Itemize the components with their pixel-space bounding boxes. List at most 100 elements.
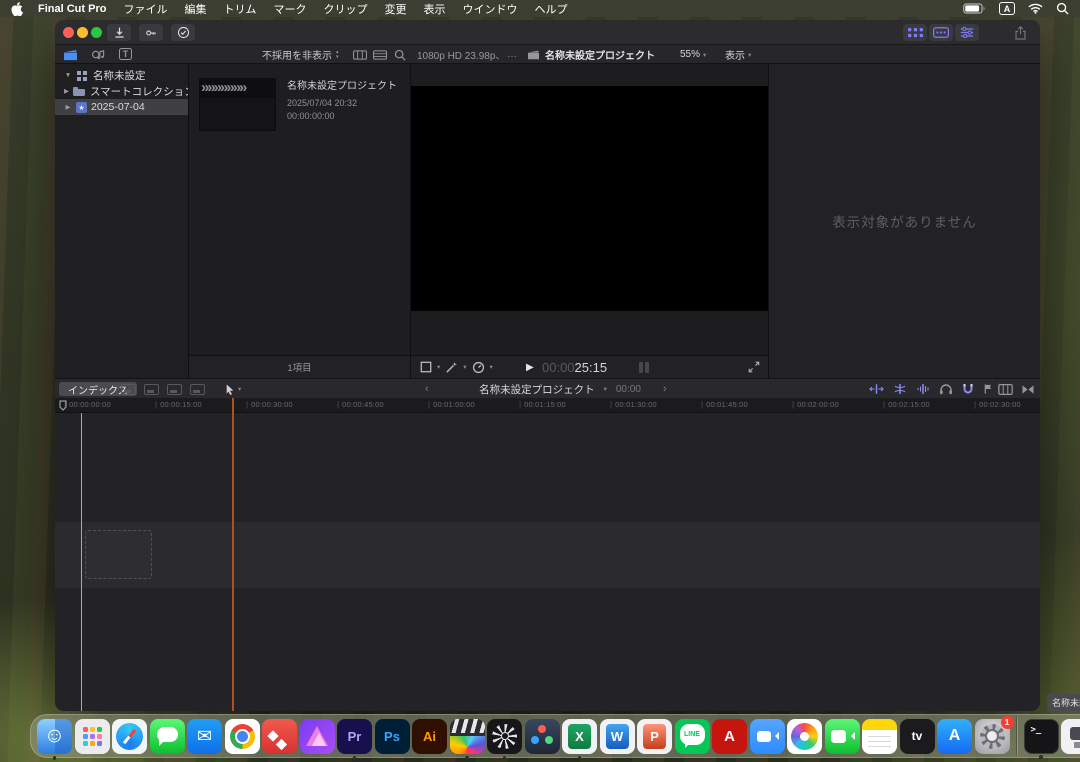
next-project-button[interactable]: ›	[663, 383, 667, 395]
disclosure-triangle-icon[interactable]: ▼	[64, 72, 72, 79]
dock-icon[interactable]: A	[712, 719, 747, 754]
timeline-ruler[interactable]: | 00:00:00:00 | 00:00:15:00 | 00:00:30:0…	[55, 398, 1040, 413]
window-titlebar[interactable]	[55, 20, 1040, 45]
dock-icon[interactable]: LINE	[675, 719, 710, 754]
dock-icon[interactable]: Ai	[412, 719, 447, 754]
play-button[interactable]: ▶	[526, 356, 534, 378]
dock-icon[interactable]: X	[562, 719, 597, 754]
share-button[interactable]	[1008, 24, 1032, 41]
dock-icon[interactable]: Pr	[337, 719, 372, 754]
dock-icon[interactable]	[1061, 719, 1080, 754]
tool-selector[interactable]: ▾	[225, 379, 241, 399]
viewer-canvas[interactable]	[411, 86, 768, 311]
disclosure-triangle-icon[interactable]: ▶	[64, 87, 69, 95]
audio-meters-icon[interactable]	[639, 362, 649, 373]
menu-item[interactable]: クリップ	[323, 1, 367, 17]
dock-icon[interactable]	[525, 719, 560, 754]
chevron-down-icon[interactable]: ▾	[437, 363, 440, 371]
menu-item[interactable]: マーク	[273, 1, 306, 17]
sidebar-item[interactable]: ▶ 2025-07-04	[55, 99, 188, 115]
project-clip[interactable]: »»»»»»» 名称未設定プロジェクト 2025/07/04 20:32 00:…	[199, 78, 276, 131]
spotlight-search-icon[interactable]	[1056, 2, 1069, 15]
dock-icon[interactable]	[75, 719, 110, 754]
playhead-pin-icon[interactable]	[59, 400, 67, 411]
transform-menu-icon[interactable]	[420, 361, 432, 373]
trim-feedback-icon[interactable]	[869, 383, 884, 395]
minimize-window-button[interactable]	[77, 27, 88, 38]
filmstrip-view-button[interactable]	[353, 45, 367, 64]
dock-icon[interactable]	[787, 719, 822, 754]
dock-icon[interactable]	[300, 719, 335, 754]
dock-icon[interactable]: W	[600, 719, 635, 754]
effects-wand-icon[interactable]	[445, 361, 458, 374]
retime-menu-icon[interactable]	[472, 361, 485, 374]
sidebar-item[interactable]: ▼ 名称未設定	[55, 67, 188, 83]
dock-icon[interactable]	[112, 719, 147, 754]
dock-icon[interactable]: Ps	[375, 719, 410, 754]
battery-icon[interactable]	[963, 3, 986, 14]
chevron-down-icon[interactable]: ▾	[463, 363, 466, 371]
menu-item[interactable]: ヘルプ	[534, 1, 567, 17]
skimming-icon[interactable]	[893, 383, 907, 395]
chevron-down-icon[interactable]: ▾	[490, 363, 493, 371]
menu-item[interactable]: 編集	[184, 1, 206, 17]
append-clip-icon[interactable]	[167, 384, 182, 395]
connect-clip-icon[interactable]	[121, 384, 136, 395]
fullscreen-button[interactable]	[748, 361, 760, 373]
insert-clip-icon[interactable]	[144, 384, 159, 395]
clip-title[interactable]: 名称未設定プロジェクト	[287, 81, 399, 93]
disclosure-triangle-icon[interactable]: ▶	[64, 103, 72, 111]
import-media-button[interactable]	[107, 24, 131, 41]
menu-app-name[interactable]: Final Cut Pro	[38, 3, 106, 15]
menu-item[interactable]: ウインドウ	[462, 1, 517, 17]
dock-icon[interactable]	[225, 719, 260, 754]
marker-tools-icon[interactable]	[983, 383, 994, 395]
viewer-format-more[interactable]: …	[507, 45, 517, 64]
clip-thumbnail[interactable]: »»»»»»»	[199, 78, 276, 131]
dock-icon[interactable]: ☺	[37, 719, 72, 754]
menu-item[interactable]: ファイル	[123, 1, 167, 17]
timeline-toggle-button[interactable]	[929, 24, 953, 41]
library-sidebar-toggle[interactable]	[63, 45, 78, 64]
dock-icon[interactable]: ✉	[187, 719, 222, 754]
inspector-toggle-button[interactable]	[955, 24, 979, 41]
dock-icon[interactable]	[825, 719, 860, 754]
background-tasks-button[interactable]	[171, 24, 195, 41]
dock-icon[interactable]	[150, 719, 185, 754]
solo-icon[interactable]	[939, 383, 953, 395]
browser-panel[interactable]: »»»»»»» 名称未設定プロジェクト 2025/07/04 20:32 00:…	[188, 64, 410, 378]
dock-icon[interactable]	[862, 719, 897, 754]
timeline-project-selector[interactable]: 名称未設定プロジェクト ▾ 00:00	[415, 379, 705, 399]
viewer-view-menu[interactable]: 表示 ▾	[725, 45, 751, 64]
apple-menu[interactable]	[11, 2, 23, 16]
dock-icon[interactable]: P	[637, 719, 672, 754]
menu-item[interactable]: トリム	[223, 1, 256, 17]
photos-audio-sidebar-toggle[interactable]	[91, 45, 106, 64]
viewer-zoom-menu[interactable]: 55% ▾	[680, 45, 706, 64]
clip-filter-menu[interactable]: 不採用を非表示 ▴ ▾	[262, 45, 339, 64]
dock-icon[interactable]: 1	[975, 719, 1010, 754]
browser-search-button[interactable]	[394, 45, 406, 64]
menu-item[interactable]: 表示	[423, 1, 445, 17]
viewer-format-info[interactable]: 1080p HD 23.98p、	[417, 45, 505, 64]
titles-generators-sidebar-toggle[interactable]: T	[119, 48, 132, 60]
dock-icon[interactable]: tv	[900, 719, 935, 754]
keyword-editor-button[interactable]	[139, 24, 163, 41]
input-source-icon[interactable]: A	[999, 2, 1015, 15]
snapping-icon[interactable]	[962, 383, 974, 395]
browser-toggle-button[interactable]	[903, 24, 927, 41]
audio-skimming-icon[interactable]	[916, 383, 930, 395]
dock-icon[interactable]: >_	[1024, 719, 1059, 754]
close-window-button[interactable]	[63, 27, 74, 38]
sidebar-item[interactable]: ▶ スマートコレクション	[55, 83, 188, 99]
dock-icon[interactable]	[750, 719, 785, 754]
dock-icon[interactable]	[487, 719, 522, 754]
effects-browser-icon[interactable]	[998, 384, 1013, 395]
dock-icon[interactable]	[450, 719, 485, 754]
playhead[interactable]	[81, 413, 82, 711]
overwrite-clip-icon[interactable]	[190, 384, 205, 395]
list-view-button[interactable]	[373, 45, 387, 64]
timeline-body[interactable]	[55, 413, 1040, 711]
dock-icon[interactable]: A	[937, 719, 972, 754]
wifi-icon[interactable]	[1028, 3, 1043, 14]
